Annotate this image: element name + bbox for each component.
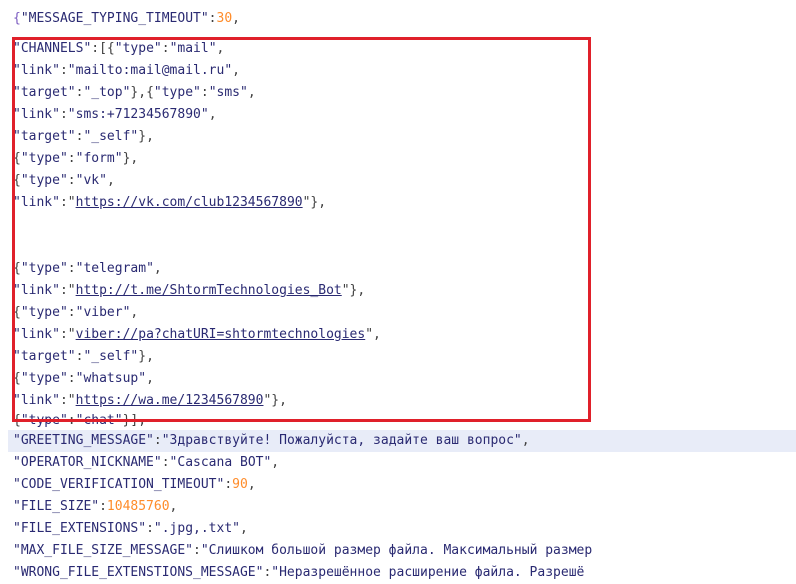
code-token: : (263, 565, 272, 580)
code-line-23[interactable]: "FILE_SIZE":10485760, (13, 496, 177, 518)
code-token: "GREETING_MESSAGE" (13, 433, 154, 448)
code-line-22[interactable]: "CODE_VERIFICATION_TIMEOUT":90, (13, 474, 256, 496)
code-token: "CODE_VERIFICATION_TIMEOUT" (13, 477, 225, 492)
code-line-26[interactable]: "WRONG_FILE_EXTENSTIONS_MESSAGE":"Неразр… (13, 562, 584, 584)
code-token: "Слишком большой размер файла. Максималь… (200, 543, 593, 558)
code-editor[interactable]: {"MESSAGE_TYPING_TIMEOUT":30, "CHANNELS":… (0, 0, 796, 580)
code-token: : (193, 543, 201, 558)
code-token: "Неразрешённое расширение файла. Разрешё (271, 565, 585, 580)
code-token: : (99, 499, 107, 514)
code-line-21[interactable]: "OPERATOR_NICKNAME":"Cascana BOT", (13, 452, 279, 474)
code-line-24[interactable]: "FILE_EXTENSIONS":".jpg,.txt", (13, 518, 248, 540)
code-token: "MESSAGE_TYPING_TIMEOUT" (20, 11, 209, 26)
channels-selection-highlight (12, 37, 591, 422)
code-token: : (224, 477, 233, 492)
code-token: : (153, 433, 162, 448)
code-token: , (232, 11, 240, 26)
code-token: , (271, 455, 280, 470)
code-token: { (13, 11, 21, 26)
code-token: ".jpg,.txt" (153, 521, 240, 536)
code-token: : (208, 11, 217, 26)
code-token: "FILE_SIZE" (13, 499, 100, 514)
code-token: "WRONG_FILE_EXTENSTIONS_MESSAGE" (13, 565, 264, 580)
code-token: "OPERATOR_NICKNAME" (13, 455, 162, 470)
code-token: 10485760 (106, 499, 170, 514)
code-token: "Здравствуйте! Пожалуйста, задайте ваш в… (161, 433, 522, 448)
code-line-20[interactable]: "GREETING_MESSAGE":"Здравствуйте! Пожалу… (8, 430, 796, 452)
code-token: , (521, 433, 530, 448)
code-line-1[interactable]: {"MESSAGE_TYPING_TIMEOUT":30, (13, 8, 240, 30)
code-token: "MAX_FILE_SIZE_MESSAGE" (13, 543, 194, 558)
code-token: "FILE_EXTENSIONS" (13, 521, 147, 536)
code-line-25[interactable]: "MAX_FILE_SIZE_MESSAGE":"Слишком большой… (13, 540, 592, 562)
code-token: "Cascana BOT" (169, 455, 272, 470)
code-token: : (161, 455, 170, 470)
code-token: : (146, 521, 154, 536)
code-token: 90 (232, 477, 248, 492)
code-token: , (239, 521, 248, 536)
code-token: 30 (216, 11, 233, 26)
editor-gutter (0, 0, 6, 563)
code-token: , (247, 477, 256, 492)
code-token: , (169, 499, 178, 514)
